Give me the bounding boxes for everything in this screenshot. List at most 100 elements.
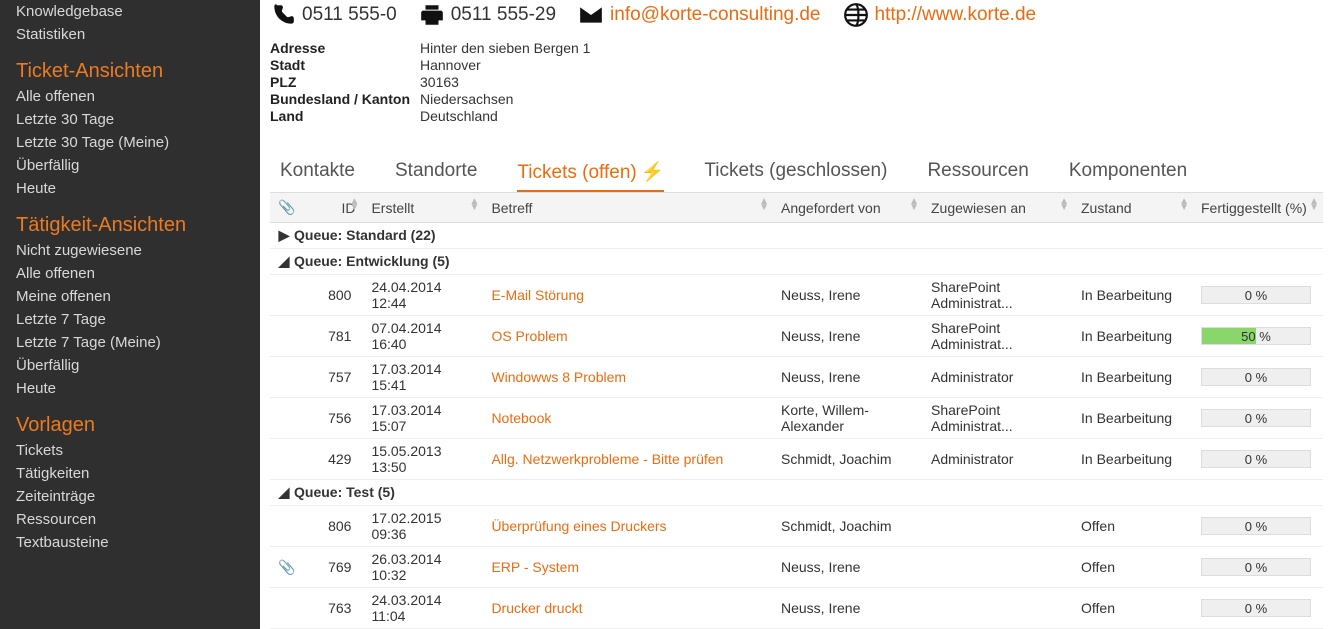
cell-attachment [270,588,303,629]
sidebar-item[interactable]: Textbausteine [16,531,244,554]
cell-angefordert: Korte, Willem-Alexander [773,398,923,439]
fax-icon [419,2,445,28]
cell-erstellt: 15.05.2013 13:50 [363,439,483,480]
website-link[interactable]: http://www.korte.de [875,4,1037,26]
cell-erstellt: 17.02.2015 09:36 [363,506,483,547]
sidebar-item[interactable]: Statistiken [16,23,244,46]
col-id[interactable]: ID▲▼ [303,193,363,223]
tab-komponenten[interactable]: Komponenten [1069,154,1187,192]
tabs: Kontakte Standorte Tickets (offen)⚡ Tick… [270,154,1323,193]
cell-betreff: Allg. Netzwerkprobleme - Bitte prüfen [483,439,773,480]
queue-label: Queue: Standard (22) [294,227,436,243]
sidebar-item[interactable]: Letzte 30 Tage (Meine) [16,131,244,154]
sidebar-item[interactable]: Überfällig [16,354,244,377]
sidebar-item[interactable]: Zeiteinträge [16,485,244,508]
label-region: Bundesland / Kanton [270,91,410,107]
sidebar-item[interactable]: Alle offenen [16,85,244,108]
sidebar-item[interactable]: Ressourcen [16,508,244,531]
col-betreff[interactable]: Betreff▲▼ [483,193,773,223]
sidebar-item[interactable]: Alle offenen [16,262,244,285]
sidebar-item[interactable]: Überfällig [16,154,244,177]
globe-icon [843,2,869,28]
tab-tickets-open[interactable]: Tickets (offen)⚡ [517,154,664,192]
cell-id: 429 [303,439,363,480]
mail-icon [578,2,604,28]
group-toggle-icon[interactable]: ◢ [278,484,290,501]
col-attachment[interactable]: 📎 [270,193,303,223]
cell-zustand: In Bearbeitung [1073,357,1193,398]
ticket-link[interactable]: Drucker druckt [491,600,582,616]
cell-zugewiesen: SharePoint Administrat... [923,316,1073,357]
main-content: 0511 555-0 0511 555-29 info@korte-consul… [260,0,1333,629]
group-toggle-icon[interactable]: ◢ [278,253,290,270]
website[interactable]: http://www.korte.de [843,2,1037,28]
cell-erstellt: 26.03.2014 10:32 [363,547,483,588]
cell-attachment: 📎 [270,547,303,588]
cell-progress: 0 % [1193,588,1323,629]
sidebar-heading[interactable]: Ticket-Ansichten [16,60,244,83]
cell-attachment [270,357,303,398]
cell-zustand: In Bearbeitung [1073,275,1193,316]
tab-kontakte[interactable]: Kontakte [280,154,355,192]
ticket-link[interactable]: OS Problem [491,328,567,344]
cell-id: 781 [303,316,363,357]
ticket-link[interactable]: Notebook [491,410,551,426]
sidebar-item[interactable]: Letzte 7 Tage [16,308,244,331]
label-land: Land [270,108,410,124]
sidebar-heading[interactable]: Tätigkeit-Ansichten [16,214,244,237]
col-zustand[interactable]: Zustand▲▼ [1073,193,1193,223]
ticket-row[interactable]: 📎76926.03.2014 10:32ERP - SystemNeuss, I… [270,547,1323,588]
col-zugewiesen[interactable]: Zugewiesen an▲▼ [923,193,1073,223]
ticket-row[interactable]: 80617.02.2015 09:36Überprüfung eines Dru… [270,506,1323,547]
ticket-row[interactable]: 75717.03.2014 15:41Windowws 8 ProblemNeu… [270,357,1323,398]
cell-id: 800 [303,275,363,316]
cell-zugewiesen: SharePoint Administrat... [923,275,1073,316]
cell-progress: 0 % [1193,506,1323,547]
cell-erstellt: 24.03.2014 11:04 [363,588,483,629]
sidebar-item[interactable]: Letzte 30 Tage [16,108,244,131]
ticket-link[interactable]: E-Mail Störung [491,287,584,303]
sidebar-item[interactable]: Letzte 7 Tage (Meine) [16,331,244,354]
email-link[interactable]: info@korte-consulting.de [610,4,820,26]
cell-id: 757 [303,357,363,398]
col-angefordert[interactable]: Angefordert von▲▼ [773,193,923,223]
label-adresse: Adresse [270,40,410,56]
sidebar-item[interactable]: Nicht zugewiesene [16,239,244,262]
ticket-row[interactable]: 76324.03.2014 11:04Drucker drucktNeuss, … [270,588,1323,629]
tab-standorte[interactable]: Standorte [395,154,477,192]
group-toggle-icon[interactable]: ▶ [278,227,290,244]
sidebar-item[interactable]: Heute [16,377,244,400]
ticket-row[interactable]: 80024.04.2014 12:44E-Mail StörungNeuss, … [270,275,1323,316]
ticket-link[interactable]: Überprüfung eines Druckers [491,518,666,534]
ticket-row[interactable]: 42915.05.2013 13:50 Allg. Netzwerkproblem… [270,439,1323,480]
email[interactable]: info@korte-consulting.de [578,2,820,28]
tab-ressourcen[interactable]: Ressourcen [927,154,1028,192]
cell-erstellt: 17.03.2014 15:07 [363,398,483,439]
cell-zustand: Offen [1073,588,1193,629]
sidebar-heading[interactable]: Vorlagen [16,414,244,437]
queue-group[interactable]: ◢Queue: Test (5) [270,480,1323,506]
ticket-link[interactable]: Allg. Netzwerkprobleme - Bitte prüfen [491,451,723,467]
cell-angefordert: Schmidt, Joachim [773,439,923,480]
ticket-row[interactable]: 75617.03.2014 15:07NotebookKorte, Willem… [270,398,1323,439]
cell-angefordert: Neuss, Irene [773,357,923,398]
tab-tickets-closed[interactable]: Tickets (geschlossen) [704,154,887,192]
sidebar-item[interactable]: Tätigkeiten [16,462,244,485]
col-erstellt[interactable]: Erstellt▲▼ [363,193,483,223]
phone-number: 0511 555-0 [302,4,397,26]
ticket-row[interactable]: 78107.04.2014 16:40OS ProblemNeuss, Iren… [270,316,1323,357]
sidebar-item[interactable]: Tickets [16,439,244,462]
cell-progress: 0 % [1193,398,1323,439]
ticket-link[interactable]: ERP - System [491,559,579,575]
label-stadt: Stadt [270,57,410,73]
cell-zugewiesen: Administrator [923,439,1073,480]
queue-group[interactable]: ▶Queue: Standard (22) [270,223,1323,249]
sidebar-item[interactable]: Heute [16,177,244,200]
queue-group[interactable]: ◢Queue: Entwicklung (5) [270,249,1323,275]
ticket-link[interactable]: Windowws 8 Problem [491,369,626,385]
cell-attachment [270,439,303,480]
sidebar-item[interactable]: Meine offenen [16,285,244,308]
value-region: Niedersachsen [420,91,1323,107]
col-fertig[interactable]: Fertiggestellt (%)▲▼ [1193,193,1323,223]
sidebar-item[interactable]: Knowledgebase [16,0,244,23]
